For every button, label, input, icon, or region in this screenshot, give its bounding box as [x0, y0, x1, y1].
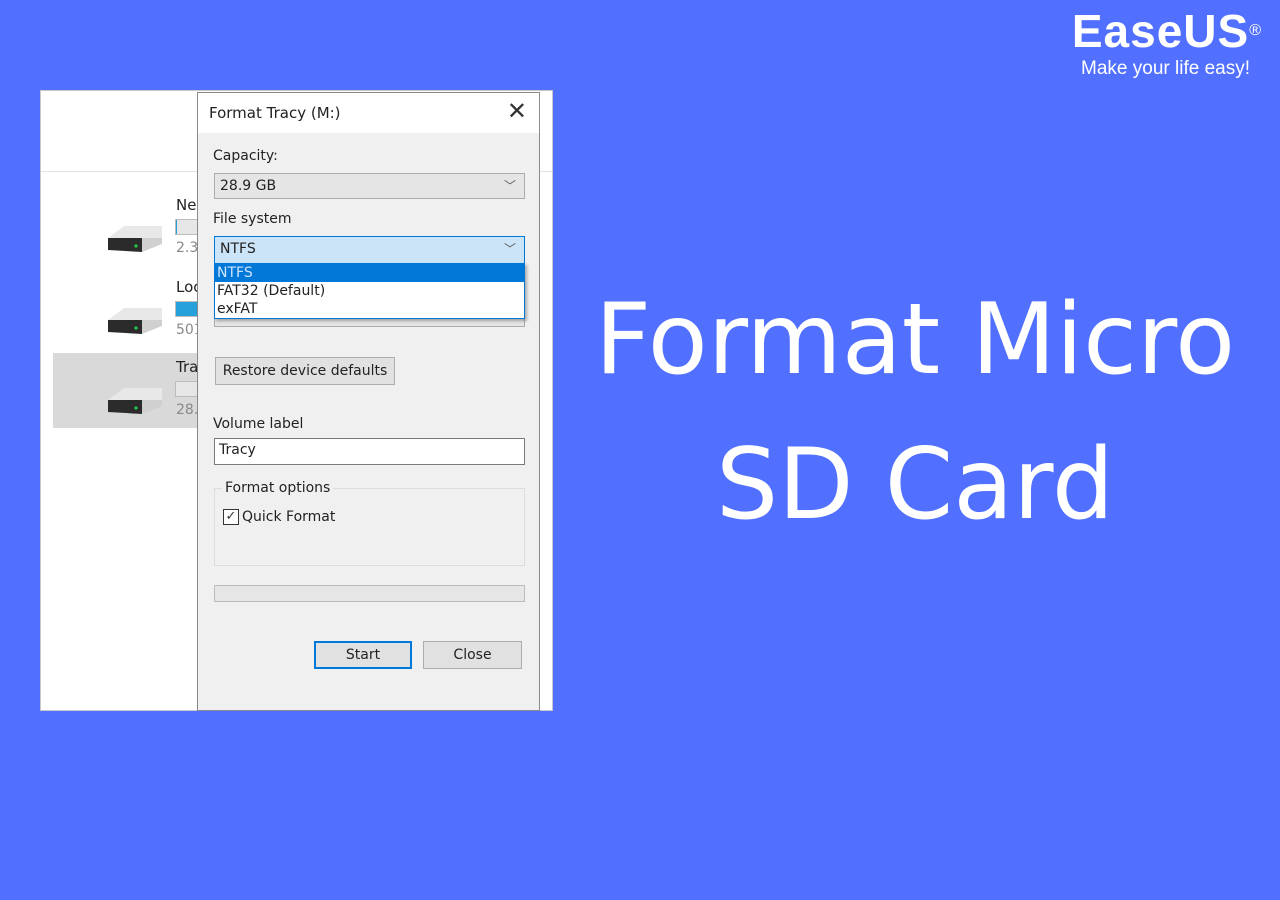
filesystem-value: NTFS [220, 241, 256, 257]
dialog-title: Format Tracy (M:) [209, 104, 341, 122]
progress-bar [214, 585, 525, 602]
format-options-label: Format options [222, 480, 334, 496]
capacity-label: Capacity: [213, 148, 278, 164]
hard-drive-icon [108, 226, 162, 252]
option-exfat[interactable]: exFAT [215, 300, 524, 318]
drive-item[interactable]: Ne 2.3 [53, 191, 203, 266]
restore-defaults-button[interactable]: Restore device defaults [215, 357, 395, 385]
capacity-value: 28.9 GB [220, 178, 277, 194]
format-options-group [214, 488, 525, 566]
drive-size: 28. [176, 402, 199, 418]
quick-format-label: Quick Format [242, 509, 336, 525]
option-fat32[interactable]: FAT32 (Default) [215, 282, 524, 300]
headline-line-1: Format Micro [594, 283, 1236, 397]
close-icon[interactable]: ✕ [507, 97, 527, 125]
hard-drive-icon [108, 388, 162, 414]
chevron-down-icon: ﹀ [503, 179, 516, 193]
quick-format-checkbox[interactable]: ✓ Quick Format [223, 509, 335, 525]
volume-label-label: Volume label [213, 416, 304, 432]
registered-mark: ® [1249, 22, 1262, 39]
title-bar: Format Tracy (M:) ✕ [198, 93, 539, 133]
close-button[interactable]: Close [423, 641, 522, 669]
drive-name: Tra [176, 358, 199, 376]
volume-label-input[interactable]: Tracy [214, 438, 525, 465]
option-ntfs[interactable]: NTFS [215, 264, 524, 282]
chevron-down-icon: ﹀ [503, 242, 516, 256]
drive-size: 2.3 [176, 240, 199, 256]
hard-drive-icon [108, 308, 162, 334]
filesystem-dropdown-list: NTFS FAT32 (Default) exFAT [214, 263, 525, 319]
capacity-select[interactable]: 28.9 GB ﹀ [214, 173, 525, 199]
tagline: Make your life easy! [1081, 58, 1250, 79]
checkbox-checked-icon[interactable]: ✓ [223, 509, 239, 525]
filesystem-label: File system [213, 211, 292, 227]
headline: Format Micro SD Card [570, 268, 1260, 558]
filesystem-select[interactable]: NTFS ﹀ [214, 236, 525, 264]
format-dialog: Format Tracy (M:) ✕ Capacity: 28.9 GB ﹀ … [197, 92, 540, 711]
logo-text: EaseUS [1071, 5, 1250, 57]
start-button[interactable]: Start [314, 641, 412, 669]
drive-item[interactable]: Tra 28. [53, 353, 203, 428]
easeus-logo: EaseUS® Make your life easy! [1072, 4, 1262, 80]
drive-item[interactable]: Loc 501 [53, 273, 203, 348]
drive-name: Ne [176, 196, 197, 214]
headline-line-2: SD Card [715, 428, 1115, 542]
